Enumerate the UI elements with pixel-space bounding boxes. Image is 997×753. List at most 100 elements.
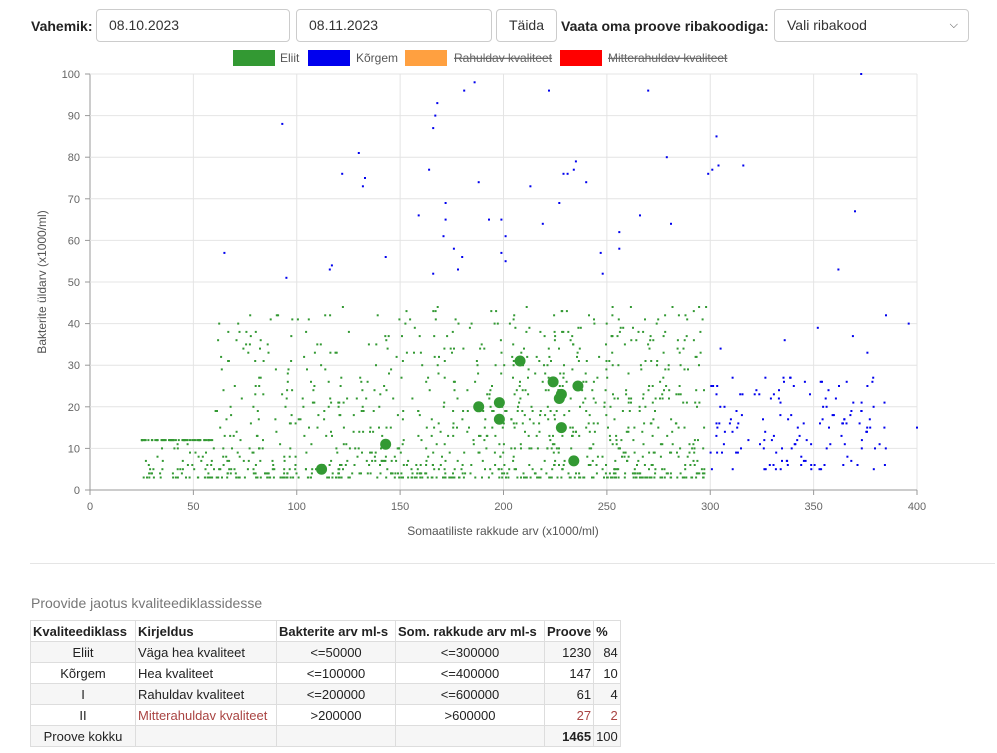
data-point-korgem: [850, 459, 853, 462]
data-point-eliit: [351, 472, 354, 475]
data-point-eliit: [685, 401, 688, 404]
data-point-eliit: [292, 476, 295, 479]
data-point-eliit: [477, 372, 480, 375]
data-point-eliit: [565, 380, 568, 383]
data-point-eliit: [623, 476, 626, 479]
data-point-eliit: [576, 355, 578, 358]
data-point-eliit: [661, 393, 664, 396]
data-point-eliit: [667, 368, 670, 371]
data-point-korgem: [878, 443, 881, 446]
data-point-outlier: [444, 218, 447, 221]
data-point-eliit: [619, 326, 622, 329]
data-point-eliit: [686, 455, 689, 458]
data-point-eliit: [179, 468, 182, 471]
data-point-outlier: [566, 172, 569, 175]
data-point-eliit: [468, 426, 470, 429]
data-point-korgem: [810, 464, 813, 466]
data-point-highlight: [473, 401, 485, 413]
data-point-eliit: [664, 330, 667, 333]
data-point-eliit: [441, 455, 443, 458]
data-point-eliit: [579, 476, 582, 479]
data-point-eliit: [217, 339, 220, 342]
data-point-eliit: [194, 451, 197, 454]
data-point-eliit: [368, 464, 371, 466]
data-point-eliit: [227, 360, 230, 362]
data-point-korgem: [762, 418, 764, 421]
data-point-eliit: [512, 343, 515, 346]
col-header-percent: %: [593, 620, 621, 642]
data-point-eliit: [489, 405, 492, 408]
data-point-korgem: [778, 389, 780, 392]
data-point-eliit: [201, 455, 204, 458]
data-point-eliit: [172, 439, 175, 442]
data-point-korgem: [722, 443, 725, 446]
data-point-eliit: [612, 472, 615, 475]
data-point-eliit: [305, 468, 307, 471]
data-point-eliit: [238, 330, 241, 333]
data-point-eliit: [313, 351, 316, 354]
data-point-eliit: [681, 476, 684, 479]
data-point-eliit: [200, 459, 203, 462]
data-point-eliit: [679, 393, 682, 396]
data-point-eliit: [553, 314, 556, 317]
data-point-eliit: [495, 310, 498, 313]
data-point-eliit: [410, 476, 413, 479]
data-point-eliit: [622, 451, 625, 454]
data-point-eliit: [435, 443, 438, 446]
data-point-eliit: [453, 380, 456, 383]
data-point-eliit: [330, 401, 333, 404]
cell-samples: 27: [543, 704, 595, 726]
cell-percent: 84: [593, 641, 621, 663]
data-point-eliit: [608, 472, 611, 475]
data-point-outlier: [361, 185, 364, 188]
data-point-eliit: [417, 434, 420, 437]
data-point-eliit: [456, 426, 458, 429]
data-point-eliit: [649, 422, 652, 425]
data-point-korgem: [871, 380, 874, 383]
data-point-eliit: [487, 476, 490, 479]
data-point-eliit: [381, 459, 384, 462]
data-point-eliit: [353, 464, 356, 466]
data-point-eliit: [558, 447, 560, 450]
data-point-eliit: [648, 476, 651, 479]
data-point-eliit: [289, 447, 292, 450]
data-point-korgem: [718, 422, 721, 425]
data-point-eliit: [433, 426, 436, 429]
data-point-eliit: [691, 447, 694, 450]
data-point-eliit: [591, 389, 594, 392]
data-point-outlier: [541, 222, 544, 225]
data-point-eliit: [246, 468, 249, 471]
data-point-outlier: [442, 235, 445, 238]
data-point-eliit: [693, 447, 696, 450]
data-point-eliit: [641, 430, 644, 433]
data-point-eliit: [671, 306, 674, 308]
data-point-eliit: [635, 339, 638, 342]
data-point-eliit: [229, 434, 232, 437]
data-point-eliit: [360, 410, 363, 412]
data-point-eliit: [268, 476, 271, 479]
data-point-eliit: [654, 397, 657, 400]
data-point-eliit: [524, 430, 526, 433]
data-point-eliit: [640, 368, 643, 371]
data-point-eliit: [472, 443, 475, 446]
data-point-eliit: [283, 459, 286, 462]
y-tick-label: 100: [62, 69, 80, 81]
data-point-eliit: [466, 389, 469, 392]
data-point-eliit: [220, 355, 223, 358]
data-point-eliit: [419, 464, 422, 466]
data-point-korgem: [779, 468, 782, 471]
data-point-eliit: [652, 418, 655, 421]
data-point-outlier: [477, 181, 480, 184]
data-point-eliit: [693, 464, 696, 466]
data-point-eliit: [283, 468, 286, 471]
data-point-eliit: [186, 443, 189, 446]
data-point-eliit: [520, 351, 523, 354]
data-point-eliit: [389, 426, 392, 429]
data-point-korgem: [768, 464, 771, 466]
data-point-eliit: [233, 468, 236, 471]
data-point-eliit: [582, 401, 585, 404]
table-caption: Proovide jaotus kvaliteediklassidesse: [31, 595, 263, 611]
data-point-eliit: [385, 339, 388, 342]
data-point-highlight: [493, 397, 505, 409]
cell-class: Eliit: [30, 641, 136, 663]
